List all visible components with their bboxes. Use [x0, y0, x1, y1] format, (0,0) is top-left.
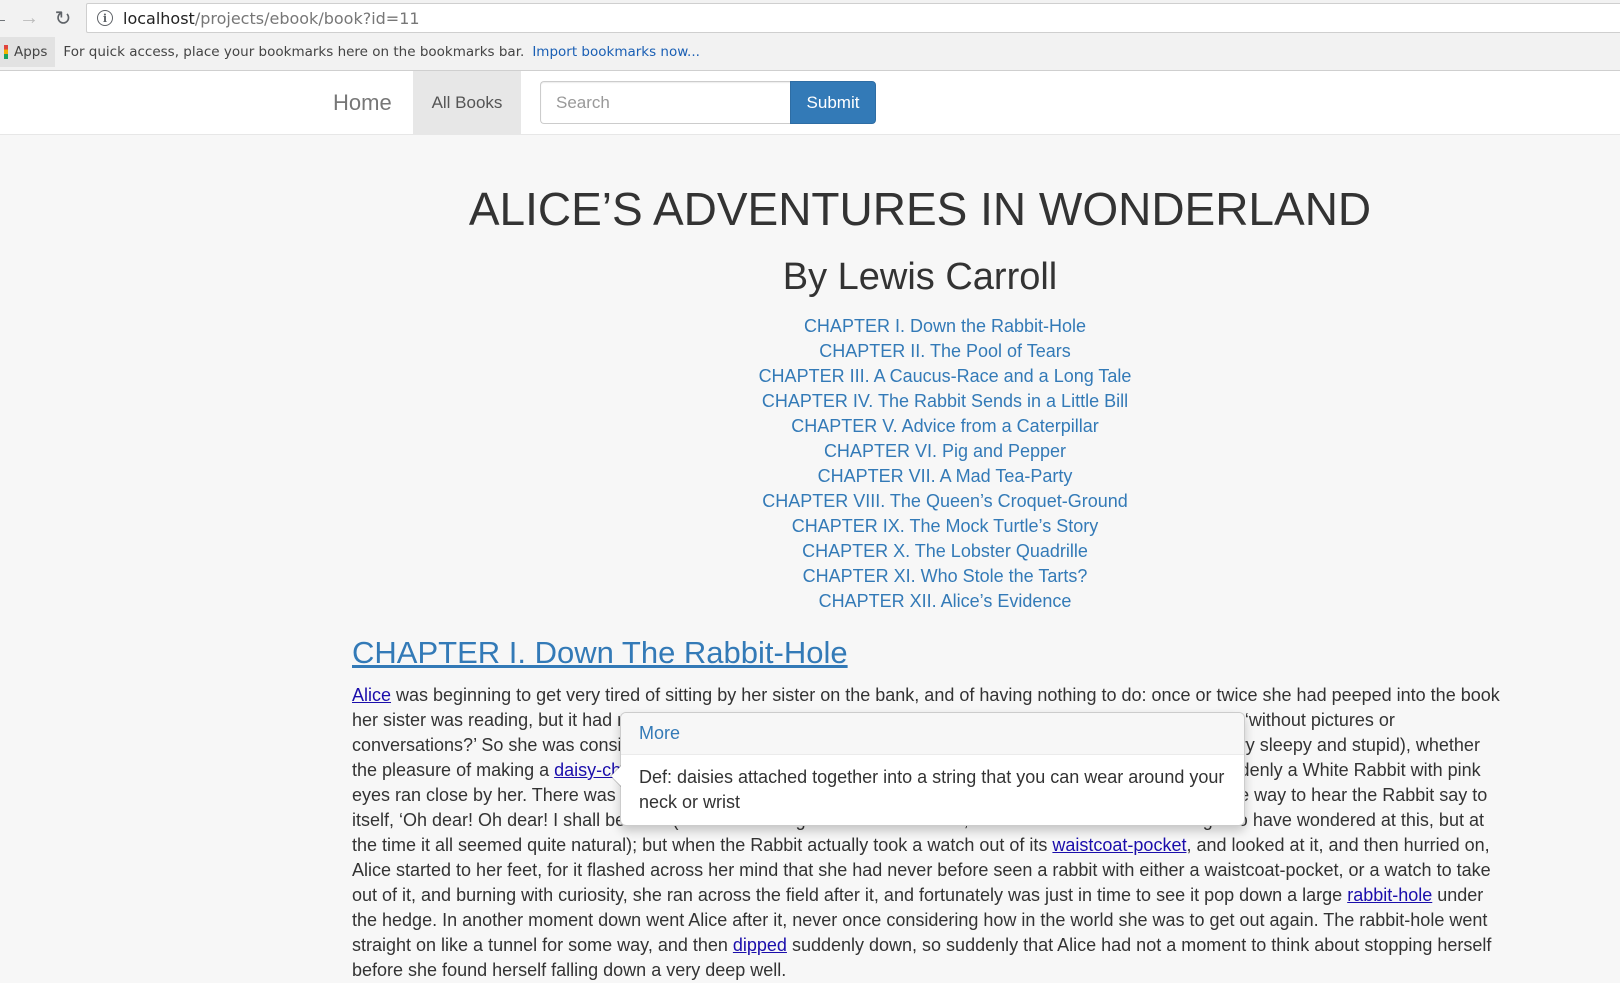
toc-link-3[interactable]: CHAPTER III. A Caucus-Race and a Long Ta…: [759, 366, 1132, 386]
toc-item: CHAPTER VII. A Mad Tea-Party: [740, 464, 1150, 489]
toc-link-10[interactable]: CHAPTER X. The Lobster Quadrille: [802, 541, 1088, 561]
site-info-icon[interactable]: i: [97, 10, 113, 26]
toc-item: CHAPTER XII. Alice’s Evidence: [740, 589, 1150, 614]
table-of-contents: CHAPTER I. Down the Rabbit-Hole CHAPTER …: [740, 314, 1150, 614]
reload-icon[interactable]: ↻: [50, 5, 76, 31]
toc-link-7[interactable]: CHAPTER VII. A Mad Tea-Party: [818, 466, 1073, 486]
toc-item: CHAPTER II. The Pool of Tears: [740, 339, 1150, 364]
forward-arrow-icon[interactable]: →: [16, 5, 42, 31]
toc-link-1[interactable]: CHAPTER I. Down the Rabbit-Hole: [804, 316, 1086, 336]
toc-link-5[interactable]: CHAPTER V. Advice from a Caterpillar: [791, 416, 1098, 436]
toc-item: CHAPTER IX. The Mock Turtle’s Story: [740, 514, 1150, 539]
browser-chrome: ← → ↻ i localhost/projects/ebook/book?id…: [0, 0, 1620, 71]
apps-grid-icon: [4, 45, 8, 59]
definition-popover: More Def: daisies attached together into…: [610, 712, 1245, 826]
word-link-alice[interactable]: Alice: [352, 685, 391, 705]
toc-item: CHAPTER VI. Pig and Pepper: [740, 439, 1150, 464]
popover-definition: Def: daisies attached together into a st…: [639, 767, 1225, 812]
toc-item: CHAPTER X. The Lobster Quadrille: [740, 539, 1150, 564]
toc-item: CHAPTER IV. The Rabbit Sends in a Little…: [740, 389, 1150, 414]
import-bookmarks-link[interactable]: Import bookmarks now...: [532, 44, 700, 60]
toc-link-6[interactable]: CHAPTER VI. Pig and Pepper: [824, 441, 1066, 461]
submit-button[interactable]: Submit: [790, 81, 876, 124]
word-link-rabbit-hole[interactable]: rabbit-hole: [1347, 885, 1432, 905]
popover-arrow: [610, 765, 621, 787]
address-bar[interactable]: i localhost/projects/ebook/book?id=11: [86, 3, 1620, 33]
back-arrow-icon[interactable]: ←: [0, 5, 12, 31]
toc-link-8[interactable]: CHAPTER VIII. The Queen’s Croquet-Ground: [762, 491, 1128, 511]
toc-link-2[interactable]: CHAPTER II. The Pool of Tears: [819, 341, 1070, 361]
toc-link-4[interactable]: CHAPTER IV. The Rabbit Sends in a Little…: [762, 391, 1128, 411]
toc-item: CHAPTER V. Advice from a Caterpillar: [740, 414, 1150, 439]
book-author: By Lewis Carroll: [782, 256, 1058, 298]
toc-item: CHAPTER III. A Caucus-Race and a Long Ta…: [740, 364, 1150, 389]
toc-item: CHAPTER XI. Who Stole the Tarts?: [740, 564, 1150, 589]
word-link-dipped[interactable]: dipped: [733, 935, 787, 955]
apps-button[interactable]: Apps: [0, 37, 56, 67]
bookmarks-hint: For quick access, place your bookmarks h…: [63, 44, 525, 60]
url-text: localhost/projects/ebook/book?id=11: [123, 8, 420, 28]
chapter-heading[interactable]: CHAPTER I. Down The Rabbit-Hole: [352, 635, 848, 671]
search-input[interactable]: [540, 81, 792, 124]
home-link[interactable]: Home: [316, 71, 409, 135]
word-link-waistcoat-pocket[interactable]: waistcoat-pocket: [1052, 835, 1186, 855]
apps-label: Apps: [14, 44, 48, 60]
site-navbar: Home All Books Submit: [0, 71, 1620, 135]
nav-all-books[interactable]: All Books: [413, 71, 521, 135]
toc-item: CHAPTER I. Down the Rabbit-Hole: [740, 314, 1150, 339]
bookmarks-bar: Apps For quick access, place your bookma…: [0, 36, 1620, 68]
popover-more-link[interactable]: More: [621, 713, 1244, 755]
toc-item: CHAPTER VIII. The Queen’s Croquet-Ground: [740, 489, 1150, 514]
book-title: ALICE’S ADVENTURES IN WONDERLAND: [468, 183, 1372, 235]
toc-link-9[interactable]: CHAPTER IX. The Mock Turtle’s Story: [792, 516, 1098, 536]
toc-link-11[interactable]: CHAPTER XI. Who Stole the Tarts?: [803, 566, 1088, 586]
toc-link-12[interactable]: CHAPTER XII. Alice’s Evidence: [819, 591, 1072, 611]
